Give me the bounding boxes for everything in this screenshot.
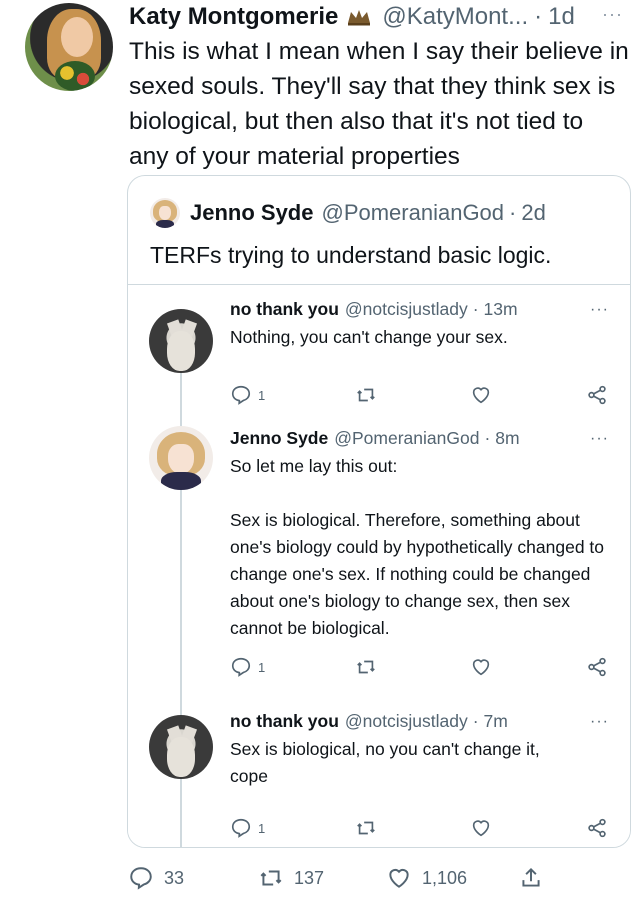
crown-icon <box>346 8 372 26</box>
avatar-flowers <box>55 61 95 91</box>
separator: · <box>472 711 479 731</box>
more-options-icon[interactable]: ··· <box>590 301 609 319</box>
share-button[interactable] <box>518 865 554 891</box>
reply-author-name[interactable]: no thank you <box>230 711 339 732</box>
reply-button[interactable]: 33 <box>128 865 184 891</box>
like-button[interactable]: 1,106 <box>386 865 467 891</box>
share-icon <box>586 384 608 406</box>
reply-header: no thank you @notcisjustlady · 13m <box>230 299 518 320</box>
separator: · <box>534 3 543 30</box>
reply-author-handle[interactable]: @PomeranianGod <box>334 428 479 449</box>
reply-actions: 1 <box>230 656 610 680</box>
reply-author-handle[interactable]: @notcisjustlady <box>345 711 468 732</box>
reply-header: no thank you @notcisjustlady · 7m <box>230 711 508 732</box>
avatar-coat <box>161 472 201 490</box>
reply-actions: 1 <box>230 817 610 841</box>
quote-author-name[interactable]: Jenno Syde <box>190 200 313 226</box>
quote-header: Jenno Syde @PomeranianGod · 2d <box>150 198 546 228</box>
author-avatar[interactable] <box>25 3 113 91</box>
reply-text-intro: So let me lay this out: <box>230 456 398 476</box>
reply-author-handle[interactable]: @notcisjustlady <box>345 299 468 320</box>
share-button[interactable] <box>586 817 608 839</box>
retweet-icon <box>355 656 377 678</box>
author-handle[interactable]: @KatyMont... <box>382 3 528 31</box>
reply-button[interactable]: 1 <box>230 656 265 678</box>
reply-text-body: Sex is biological. Therefore, something … <box>230 510 605 638</box>
reply-count: 1 <box>258 820 266 836</box>
heart-icon <box>470 384 492 406</box>
quote-text: TERFs trying to understand basic logic. <box>150 242 552 268</box>
separator: · <box>472 299 479 319</box>
like-button[interactable] <box>470 817 492 839</box>
avatar-coat <box>156 220 174 228</box>
reply-text: Sex is biological, no you can't change i… <box>230 739 540 786</box>
heart-icon <box>386 865 422 891</box>
embedded-screenshot: no thank you @notcisjustlady · 13m ··· N… <box>128 284 630 847</box>
reply-count: 33 <box>164 867 185 888</box>
separator: · <box>484 428 491 448</box>
reply-time[interactable]: 8m <box>495 428 519 449</box>
reply-text: Nothing, you can't change your sex. <box>230 327 508 347</box>
avatar-face <box>159 206 171 220</box>
more-options-icon[interactable]: ··· <box>590 713 609 731</box>
reply-avatar[interactable] <box>149 715 213 779</box>
reply-icon <box>128 865 164 891</box>
tweet-actions: 33 137 1,106 <box>0 860 640 896</box>
reply-button[interactable]: 1 <box>230 384 265 406</box>
avatar-face <box>61 17 93 57</box>
quote-author-avatar[interactable] <box>150 198 180 228</box>
retweet-icon <box>258 865 294 891</box>
reply-count: 1 <box>258 387 266 403</box>
reply-time[interactable]: 13m <box>484 299 518 320</box>
avatar-body <box>167 331 195 371</box>
like-count: 1,106 <box>422 867 468 888</box>
reply-actions: 1 <box>230 384 610 408</box>
share-icon <box>586 656 608 678</box>
retweet-icon <box>355 817 377 839</box>
like-button[interactable] <box>470 656 492 678</box>
tweet: Katy Montgomerie @KatyMont... · 1d ··· T… <box>0 0 640 905</box>
more-options-icon[interactable]: ··· <box>590 430 609 448</box>
separator: · <box>509 200 517 225</box>
quote-time[interactable]: 2d <box>521 200 545 226</box>
reply-icon <box>230 817 252 839</box>
tweet-header: Katy Montgomerie @KatyMont... · 1d <box>129 3 575 31</box>
retweet-button[interactable] <box>355 656 377 678</box>
reply-avatar[interactable] <box>149 426 213 490</box>
author-name[interactable]: Katy Montgomerie <box>129 3 338 31</box>
share-button[interactable] <box>586 384 608 406</box>
reply-icon <box>230 656 252 678</box>
reply-author-name[interactable]: Jenno Syde <box>230 428 328 449</box>
share-icon <box>518 865 554 891</box>
heart-icon <box>470 817 492 839</box>
retweet-button[interactable] <box>355 384 377 406</box>
share-button[interactable] <box>586 656 608 678</box>
like-button[interactable] <box>470 384 492 406</box>
heart-icon <box>470 656 492 678</box>
retweet-button[interactable]: 137 <box>258 865 324 891</box>
avatar-body <box>167 737 195 777</box>
quote-author-handle[interactable]: @PomeranianGod <box>321 200 504 226</box>
retweet-count: 137 <box>294 867 325 888</box>
retweet-icon <box>355 384 377 406</box>
retweet-button[interactable] <box>355 817 377 839</box>
reply-icon <box>230 384 252 406</box>
avatar-face <box>168 444 194 474</box>
more-options-icon[interactable]: ··· <box>602 4 623 25</box>
tweet-text: This is what I mean when I say their bel… <box>129 38 629 170</box>
quoted-tweet[interactable]: Jenno Syde @PomeranianGod · 2d TERFs try… <box>127 175 631 848</box>
reply-header: Jenno Syde @PomeranianGod · 8m <box>230 428 520 449</box>
reply-time[interactable]: 7m <box>484 711 508 732</box>
reply-avatar[interactable] <box>149 309 213 373</box>
share-icon <box>586 817 608 839</box>
reply-button[interactable]: 1 <box>230 817 265 839</box>
tweet-time[interactable]: 1d <box>548 3 575 31</box>
reply-author-name[interactable]: no thank you <box>230 299 339 320</box>
reply-count: 1 <box>258 659 266 675</box>
